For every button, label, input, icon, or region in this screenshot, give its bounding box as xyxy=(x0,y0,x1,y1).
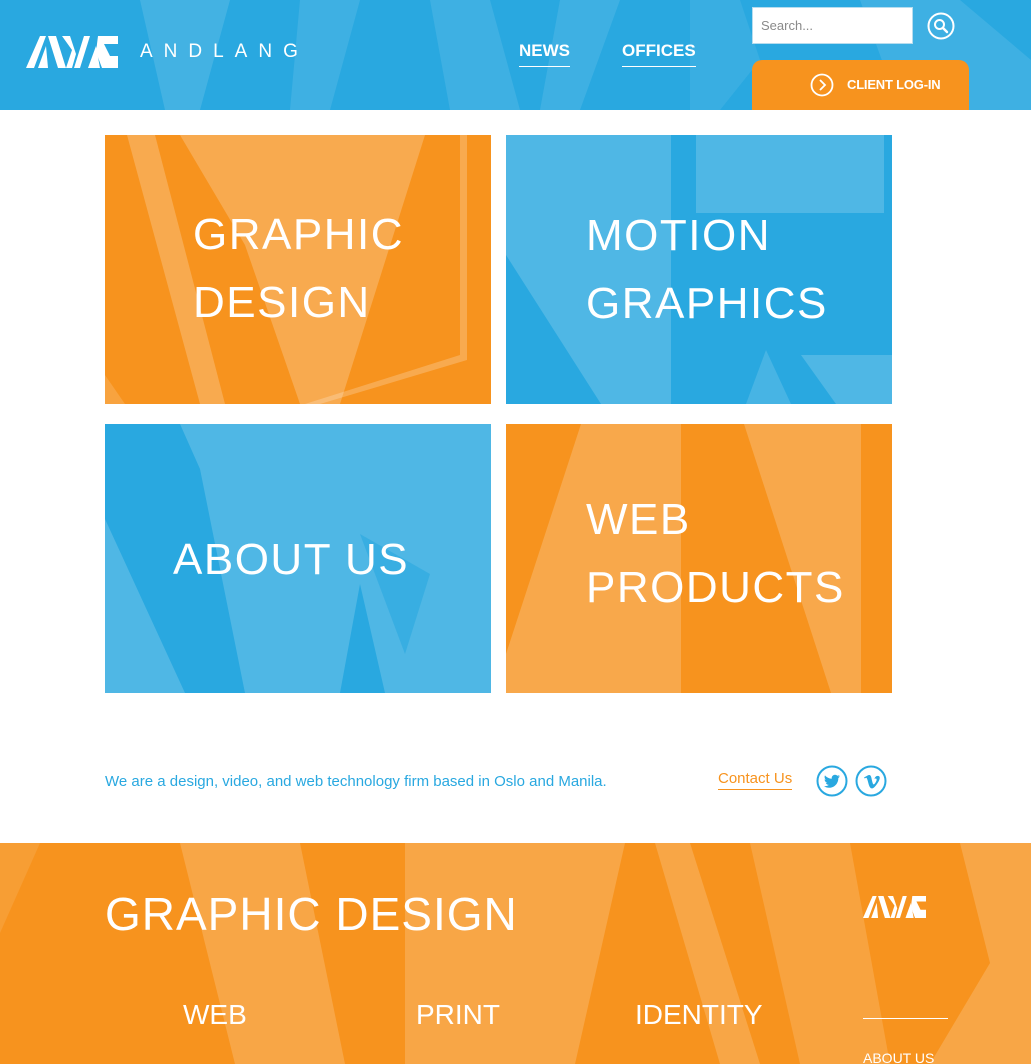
main-nav: NEWS OFFICES xyxy=(519,40,748,67)
search-input[interactable] xyxy=(752,7,913,44)
tile-title: ABOUT US xyxy=(173,535,410,584)
graphic-design-section: GRAPHIC DESIGN WEB PRINT IDENTITY ABOUT … xyxy=(0,843,1031,1064)
tile-title: GRAPHIC DESIGN xyxy=(193,210,404,327)
band-pattern xyxy=(0,843,1031,1064)
tile-web-products[interactable]: WEB PRODUCTS xyxy=(506,424,892,693)
contact-us-link[interactable]: Contact Us xyxy=(718,770,793,790)
twitter-icon[interactable] xyxy=(816,765,848,797)
nav-offices[interactable]: OFFICES xyxy=(622,40,696,67)
site-logo[interactable]: ANDLANG xyxy=(26,36,309,68)
tile-title: MOTION GRAPHICS xyxy=(586,211,828,328)
nav-news[interactable]: NEWS xyxy=(519,40,570,67)
category-identity[interactable]: IDENTITY xyxy=(635,999,763,1031)
category-web[interactable]: WEB xyxy=(183,999,247,1031)
company-tagline: We are a design, video, and web technolo… xyxy=(105,773,607,790)
tile-title: WEB PRODUCTS xyxy=(586,495,845,612)
andlang-mark-icon xyxy=(26,36,118,68)
tile-motion-graphics[interactable]: MOTION GRAPHICS xyxy=(506,135,892,404)
search-icon[interactable] xyxy=(927,12,955,40)
tile-about-us[interactable]: ABOUT US xyxy=(105,424,491,693)
client-login-label: CLIENT LOG-IN xyxy=(847,77,941,92)
about-us-link[interactable]: ABOUT US xyxy=(863,1050,934,1064)
divider xyxy=(863,1018,948,1019)
chevron-right-circle-icon xyxy=(810,73,834,97)
category-print[interactable]: PRINT xyxy=(416,999,500,1031)
andlang-mark-icon xyxy=(863,896,926,918)
brand-name: ANDLANG xyxy=(140,41,309,62)
client-login-button[interactable]: CLIENT LOG-IN xyxy=(752,60,969,110)
vimeo-icon[interactable] xyxy=(855,765,887,797)
section-title: GRAPHIC DESIGN xyxy=(105,888,518,940)
site-header: ANDLANG NEWS OFFICES CLIENT LOG-IN xyxy=(0,0,1031,110)
tile-graphic-design[interactable]: GRAPHIC DESIGN xyxy=(105,135,491,404)
